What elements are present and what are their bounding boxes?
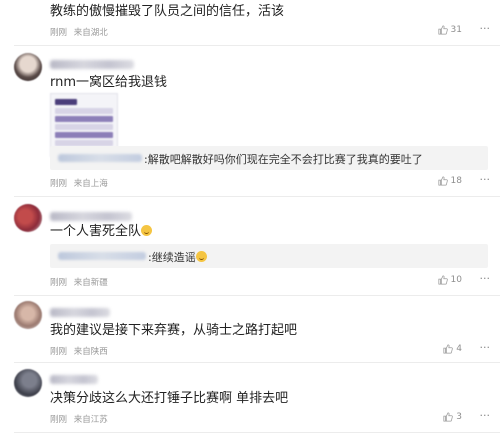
like-button[interactable]: 3: [443, 412, 462, 422]
like-button[interactable]: 18: [438, 176, 462, 186]
thumbs-up-icon: [438, 25, 448, 35]
comment-text: 我的建议是接下来弃赛，从骑士之路打起吧: [50, 323, 298, 338]
avatar[interactable]: [14, 301, 42, 329]
reply-username[interactable]: [58, 252, 146, 260]
thumbs-up-icon: [438, 176, 448, 186]
like-count: 10: [450, 275, 462, 285]
comment-meta: 刚刚 来自江苏: [50, 413, 112, 425]
reply-box[interactable]: :解散吧解散好吗你们现在完全不会打比赛了我真的要吐了: [50, 146, 488, 170]
username[interactable]: [50, 60, 134, 69]
more-dots-icon[interactable]: ···: [480, 22, 491, 35]
comment-time: 刚刚: [50, 415, 68, 425]
comment-time: 刚刚: [50, 278, 68, 288]
comment-location: 来自湖北: [73, 28, 108, 38]
divider: [14, 45, 500, 46]
like-count: 31: [450, 25, 462, 35]
divider: [14, 196, 500, 197]
reply-username[interactable]: [58, 154, 142, 162]
thumbs-up-icon: [443, 344, 454, 354]
avatar[interactable]: [14, 204, 42, 232]
thumbs-up-icon: [438, 275, 448, 285]
smile-emoji-icon: [141, 225, 153, 236]
more-dots-icon[interactable]: ···: [480, 173, 491, 186]
reply-text: :解散吧解散好吗你们现在完全不会打比赛了我真的要吐了: [144, 153, 423, 166]
comment-meta: 刚刚 来自陕西: [50, 345, 112, 357]
reply-box[interactable]: :继续造谣: [50, 244, 488, 268]
comment-location: 来自新疆: [73, 278, 108, 288]
comment-list: 教练的傲慢摧毁了队员之间的信任，活该 刚刚 来自湖北 31 ··· rnm一窝区…: [0, 0, 500, 440]
like-button[interactable]: 4: [443, 344, 462, 354]
avatar[interactable]: [14, 53, 42, 81]
comment-location: 来自江苏: [73, 415, 108, 425]
like-count: 3: [456, 412, 462, 422]
comment-meta: 刚刚 来自上海: [50, 177, 112, 189]
comment-time: 刚刚: [50, 28, 68, 38]
more-dots-icon[interactable]: ···: [480, 272, 491, 285]
comment-time: 刚刚: [50, 347, 68, 357]
like-button[interactable]: 10: [438, 275, 462, 285]
comment-text: 决策分歧这么大还打锤子比赛啊 单排去吧: [50, 391, 289, 406]
smile-emoji-icon: [195, 251, 207, 262]
like-button[interactable]: 31: [438, 25, 462, 35]
reply-text: :继续造谣: [148, 249, 207, 265]
comment-text: 教练的傲慢摧毁了队员之间的信任，活该: [50, 4, 285, 19]
username[interactable]: [50, 308, 110, 317]
like-count: 18: [450, 176, 462, 186]
divider: [14, 362, 500, 363]
like-count: 4: [456, 344, 462, 354]
comment-time: 刚刚: [50, 179, 68, 189]
avatar[interactable]: [14, 369, 42, 397]
divider: [14, 432, 500, 433]
more-dots-icon[interactable]: ···: [480, 341, 491, 354]
username[interactable]: [50, 375, 98, 384]
comment-text: rnm一窝区给我退钱: [50, 75, 168, 90]
username[interactable]: [50, 212, 132, 221]
comment-meta: 刚刚 来自新疆: [50, 276, 112, 288]
divider: [14, 295, 500, 296]
comment-meta: 刚刚 来自湖北: [50, 26, 112, 38]
thumbs-up-icon: [443, 412, 454, 422]
comment-location: 来自陕西: [73, 347, 108, 357]
more-dots-icon[interactable]: ···: [480, 409, 491, 422]
comment-text: 一个人害死全队: [50, 224, 153, 240]
comment-location: 来自上海: [73, 179, 108, 189]
